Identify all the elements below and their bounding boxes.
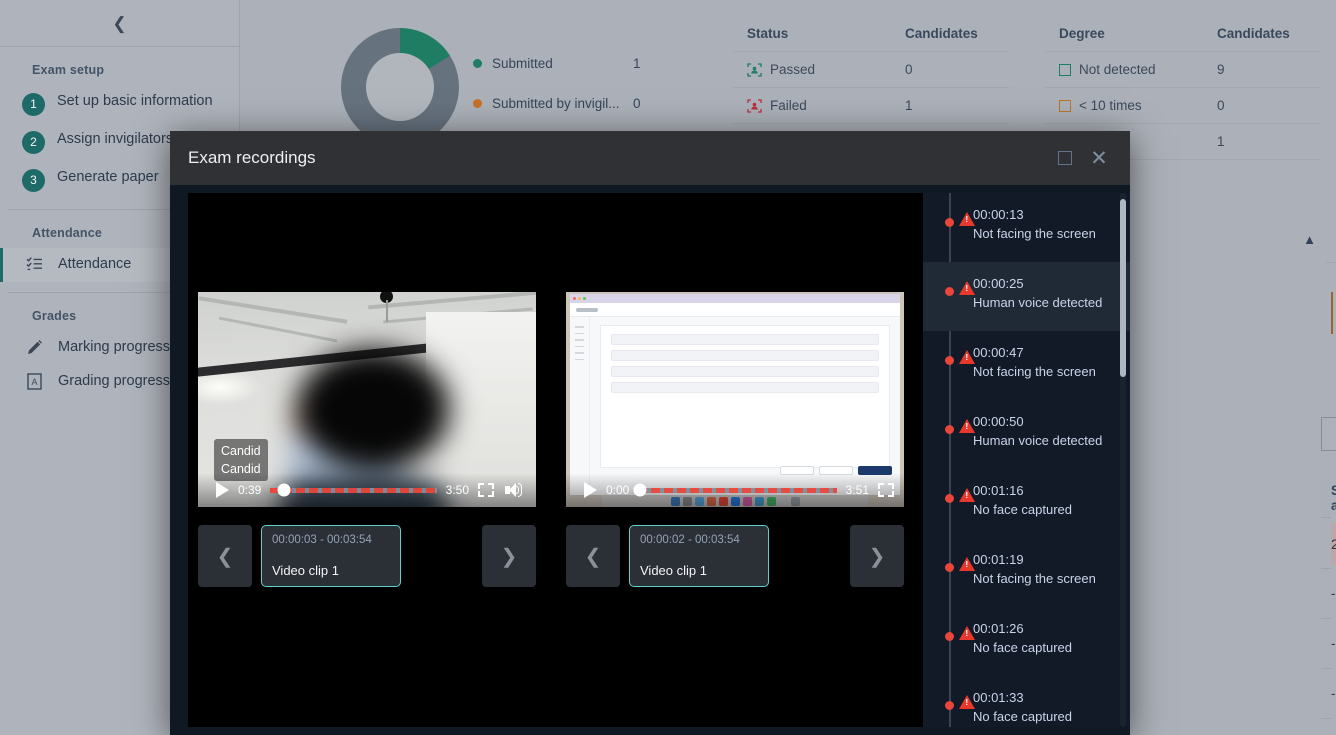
duration: 3:50	[445, 483, 469, 497]
webcam-player[interactable]: Candid Candid 0:39 3:50	[198, 292, 536, 507]
warning-triangle-icon	[959, 488, 975, 502]
timeline-event[interactable]: 00:01:19 Not facing the screen	[923, 538, 1130, 607]
play-icon[interactable]	[216, 482, 229, 498]
warning-triangle-icon	[959, 350, 975, 364]
event-description: Not facing the screen	[973, 571, 1096, 586]
timeline-event[interactable]: 00:01:26 No face captured	[923, 607, 1130, 676]
ceiling-camera	[380, 292, 393, 322]
dialog-title: Exam recordings	[188, 148, 316, 167]
event-description: No face captured	[973, 640, 1073, 655]
suspicious-events-timeline[interactable]: 00:00:13 Not facing the screen 00:00:25 …	[923, 193, 1130, 727]
event-timestamp: 00:00:47	[973, 345, 1024, 360]
clip-card[interactable]: 00:00:03 - 00:03:54 Video clip 1	[261, 525, 401, 587]
maximize-icon[interactable]	[1048, 141, 1082, 175]
timeline-event[interactable]: 00:01:16 No face captured	[923, 469, 1130, 538]
event-timestamp: 00:01:16	[973, 483, 1024, 498]
chevron-right-icon[interactable]: ❯	[850, 525, 904, 587]
video-stage: Candid Candid 0:39 3:50 0:00 3:51 ❮ 00:0…	[188, 193, 923, 727]
event-timestamp: 00:00:50	[973, 414, 1024, 429]
chevron-left-icon[interactable]: ❮	[198, 525, 252, 587]
timeline-event[interactable]: 00:00:13 Not facing the screen	[923, 193, 1130, 262]
warning-triangle-icon	[959, 419, 975, 433]
event-description: Human voice detected	[973, 433, 1103, 448]
progress-knob[interactable]	[277, 483, 291, 497]
dialog-header: Exam recordings ✕	[170, 131, 1130, 185]
event-timestamp: 00:01:19	[973, 552, 1024, 567]
scrollbar-thumb[interactable]	[1120, 199, 1126, 377]
event-description: No face captured	[973, 502, 1073, 517]
clip-time-range: 00:00:02 - 00:03:54	[640, 534, 740, 546]
timeline-dot-icon	[945, 356, 954, 365]
event-description: Human voice detected	[973, 295, 1103, 310]
event-timestamp: 00:01:33	[973, 690, 1024, 705]
timeline-dot-icon	[945, 425, 954, 434]
current-time: 0:00	[606, 483, 630, 497]
timeline-event[interactable]: 00:01:33 No face captured	[923, 676, 1130, 727]
clip-time-range: 00:00:03 - 00:03:54	[272, 534, 372, 546]
event-timestamp: 00:00:25	[973, 276, 1024, 291]
timeline-event[interactable]: 00:00:47 Not facing the screen	[923, 331, 1130, 400]
clip-card[interactable]: 00:00:02 - 00:03:54 Video clip 1	[629, 525, 769, 587]
events-list: 00:00:13 Not facing the screen 00:00:25 …	[923, 193, 1130, 727]
timeline-dot-icon	[945, 632, 954, 641]
timeline-dot-icon	[945, 287, 954, 296]
timeline-dot-icon	[945, 494, 954, 503]
timeline-dot-icon	[945, 218, 954, 227]
candidate-name-line1: Candid	[221, 443, 261, 458]
video-controls: 0:39 3:50	[198, 473, 536, 507]
timeline-dot-icon	[945, 563, 954, 572]
screen-player[interactable]: 0:00 3:51	[566, 292, 904, 507]
event-description: No face captured	[973, 709, 1073, 724]
close-icon[interactable]: ✕	[1082, 141, 1116, 175]
dialog-body: Candid Candid 0:39 3:50 0:00 3:51 ❮ 00:0…	[170, 185, 1130, 735]
warning-triangle-icon	[959, 212, 975, 226]
video-controls: 0:00 3:51	[566, 473, 904, 507]
progress-slider[interactable]	[270, 483, 437, 497]
warning-triangle-icon	[959, 626, 975, 640]
webcam-clip-strip: ❮ 00:00:03 - 00:03:54 Video clip 1 ❯	[198, 518, 536, 594]
progress-knob[interactable]	[633, 483, 647, 497]
current-time: 0:39	[238, 483, 262, 497]
screen-clip-strip: ❮ 00:00:02 - 00:03:54 Video clip 1 ❯	[566, 518, 904, 594]
volume-icon[interactable]	[505, 482, 522, 498]
event-description: Not facing the screen	[973, 226, 1096, 241]
play-icon[interactable]	[584, 482, 597, 498]
warning-triangle-icon	[959, 281, 975, 295]
fullscreen-icon[interactable]	[878, 483, 894, 497]
clip-name: Video clip 1	[272, 563, 339, 578]
timeline-event[interactable]: 00:00:25 Human voice detected	[923, 262, 1130, 331]
event-description: Not facing the screen	[973, 364, 1096, 379]
warning-triangle-icon	[959, 695, 975, 709]
exam-recordings-dialog: Exam recordings ✕ Candid Candid 0:39 3:5…	[170, 131, 1130, 735]
duration: 3:51	[845, 483, 869, 497]
timeline-event[interactable]: 00:00:50 Human voice detected	[923, 400, 1130, 469]
progress-slider[interactable]	[633, 483, 837, 497]
clip-name: Video clip 1	[640, 563, 707, 578]
event-timestamp: 00:01:26	[973, 621, 1024, 636]
clip-selectors: ❮ 00:00:03 - 00:03:54 Video clip 1 ❯ ❮ 0…	[198, 518, 904, 594]
players-row: Candid Candid 0:39 3:50 0:00 3:51	[198, 292, 904, 507]
timeline-dot-icon	[945, 701, 954, 710]
chevron-right-icon[interactable]: ❯	[482, 525, 536, 587]
fullscreen-icon[interactable]	[478, 483, 494, 497]
warning-triangle-icon	[959, 557, 975, 571]
event-timestamp: 00:00:13	[973, 207, 1024, 222]
chevron-left-icon[interactable]: ❮	[566, 525, 620, 587]
